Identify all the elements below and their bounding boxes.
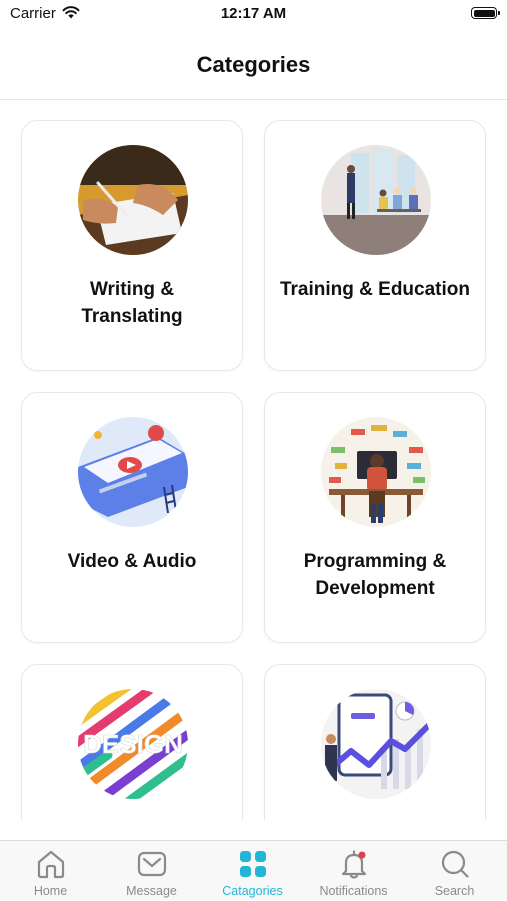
video-image [78, 417, 188, 527]
tab-categories[interactable]: Catagories [202, 841, 303, 901]
category-label: Writing & Translating [81, 279, 183, 327]
tab-home[interactable]: Home [0, 841, 101, 901]
nav-header: Categories [0, 30, 507, 100]
writing-image [78, 145, 188, 255]
training-image [321, 145, 431, 255]
home-icon [37, 850, 65, 879]
tab-label: Home [33, 884, 68, 898]
tab-notifications[interactable]: Notifications [303, 841, 404, 901]
clock: 12:17 AM [220, 5, 287, 22]
category-grid: Writing & Translating Training & Educati… [0, 100, 507, 820]
tab-label: Search [434, 884, 475, 898]
category-card-marketing[interactable] [264, 664, 486, 820]
category-card-video[interactable]: Video & Audio [21, 392, 243, 643]
marketing-image [321, 689, 431, 799]
page-title: Categories [196, 52, 311, 77]
message-icon [137, 851, 167, 877]
status-bar: Carrier 12:17 AM [0, 0, 507, 30]
battery-icon [471, 7, 500, 19]
tab-label: Catagories [222, 884, 283, 898]
design-image: DESIGN [78, 689, 188, 799]
category-label: Training & Education [279, 279, 470, 300]
categories-icon [240, 851, 266, 877]
bell-icon [341, 850, 367, 879]
programming-image [321, 417, 431, 527]
tab-bar: Home Message Catagories Notifications Se… [0, 840, 507, 900]
tab-label: Message [126, 884, 177, 898]
tab-message[interactable]: Message [101, 841, 202, 901]
tab-label: Notifications [319, 884, 388, 898]
tab-search[interactable]: Search [404, 841, 505, 901]
category-card-training[interactable]: Training & Education [264, 120, 486, 371]
category-card-design[interactable]: DESIGN [21, 664, 243, 820]
category-label: Programming & Development [303, 551, 447, 599]
search-icon [441, 850, 469, 878]
category-label: Video & Audio [67, 551, 197, 572]
category-card-writing[interactable]: Writing & Translating [21, 120, 243, 371]
category-card-programming[interactable]: Programming & Development [264, 392, 486, 643]
svg-text:DESIGN: DESIGN [83, 729, 183, 759]
